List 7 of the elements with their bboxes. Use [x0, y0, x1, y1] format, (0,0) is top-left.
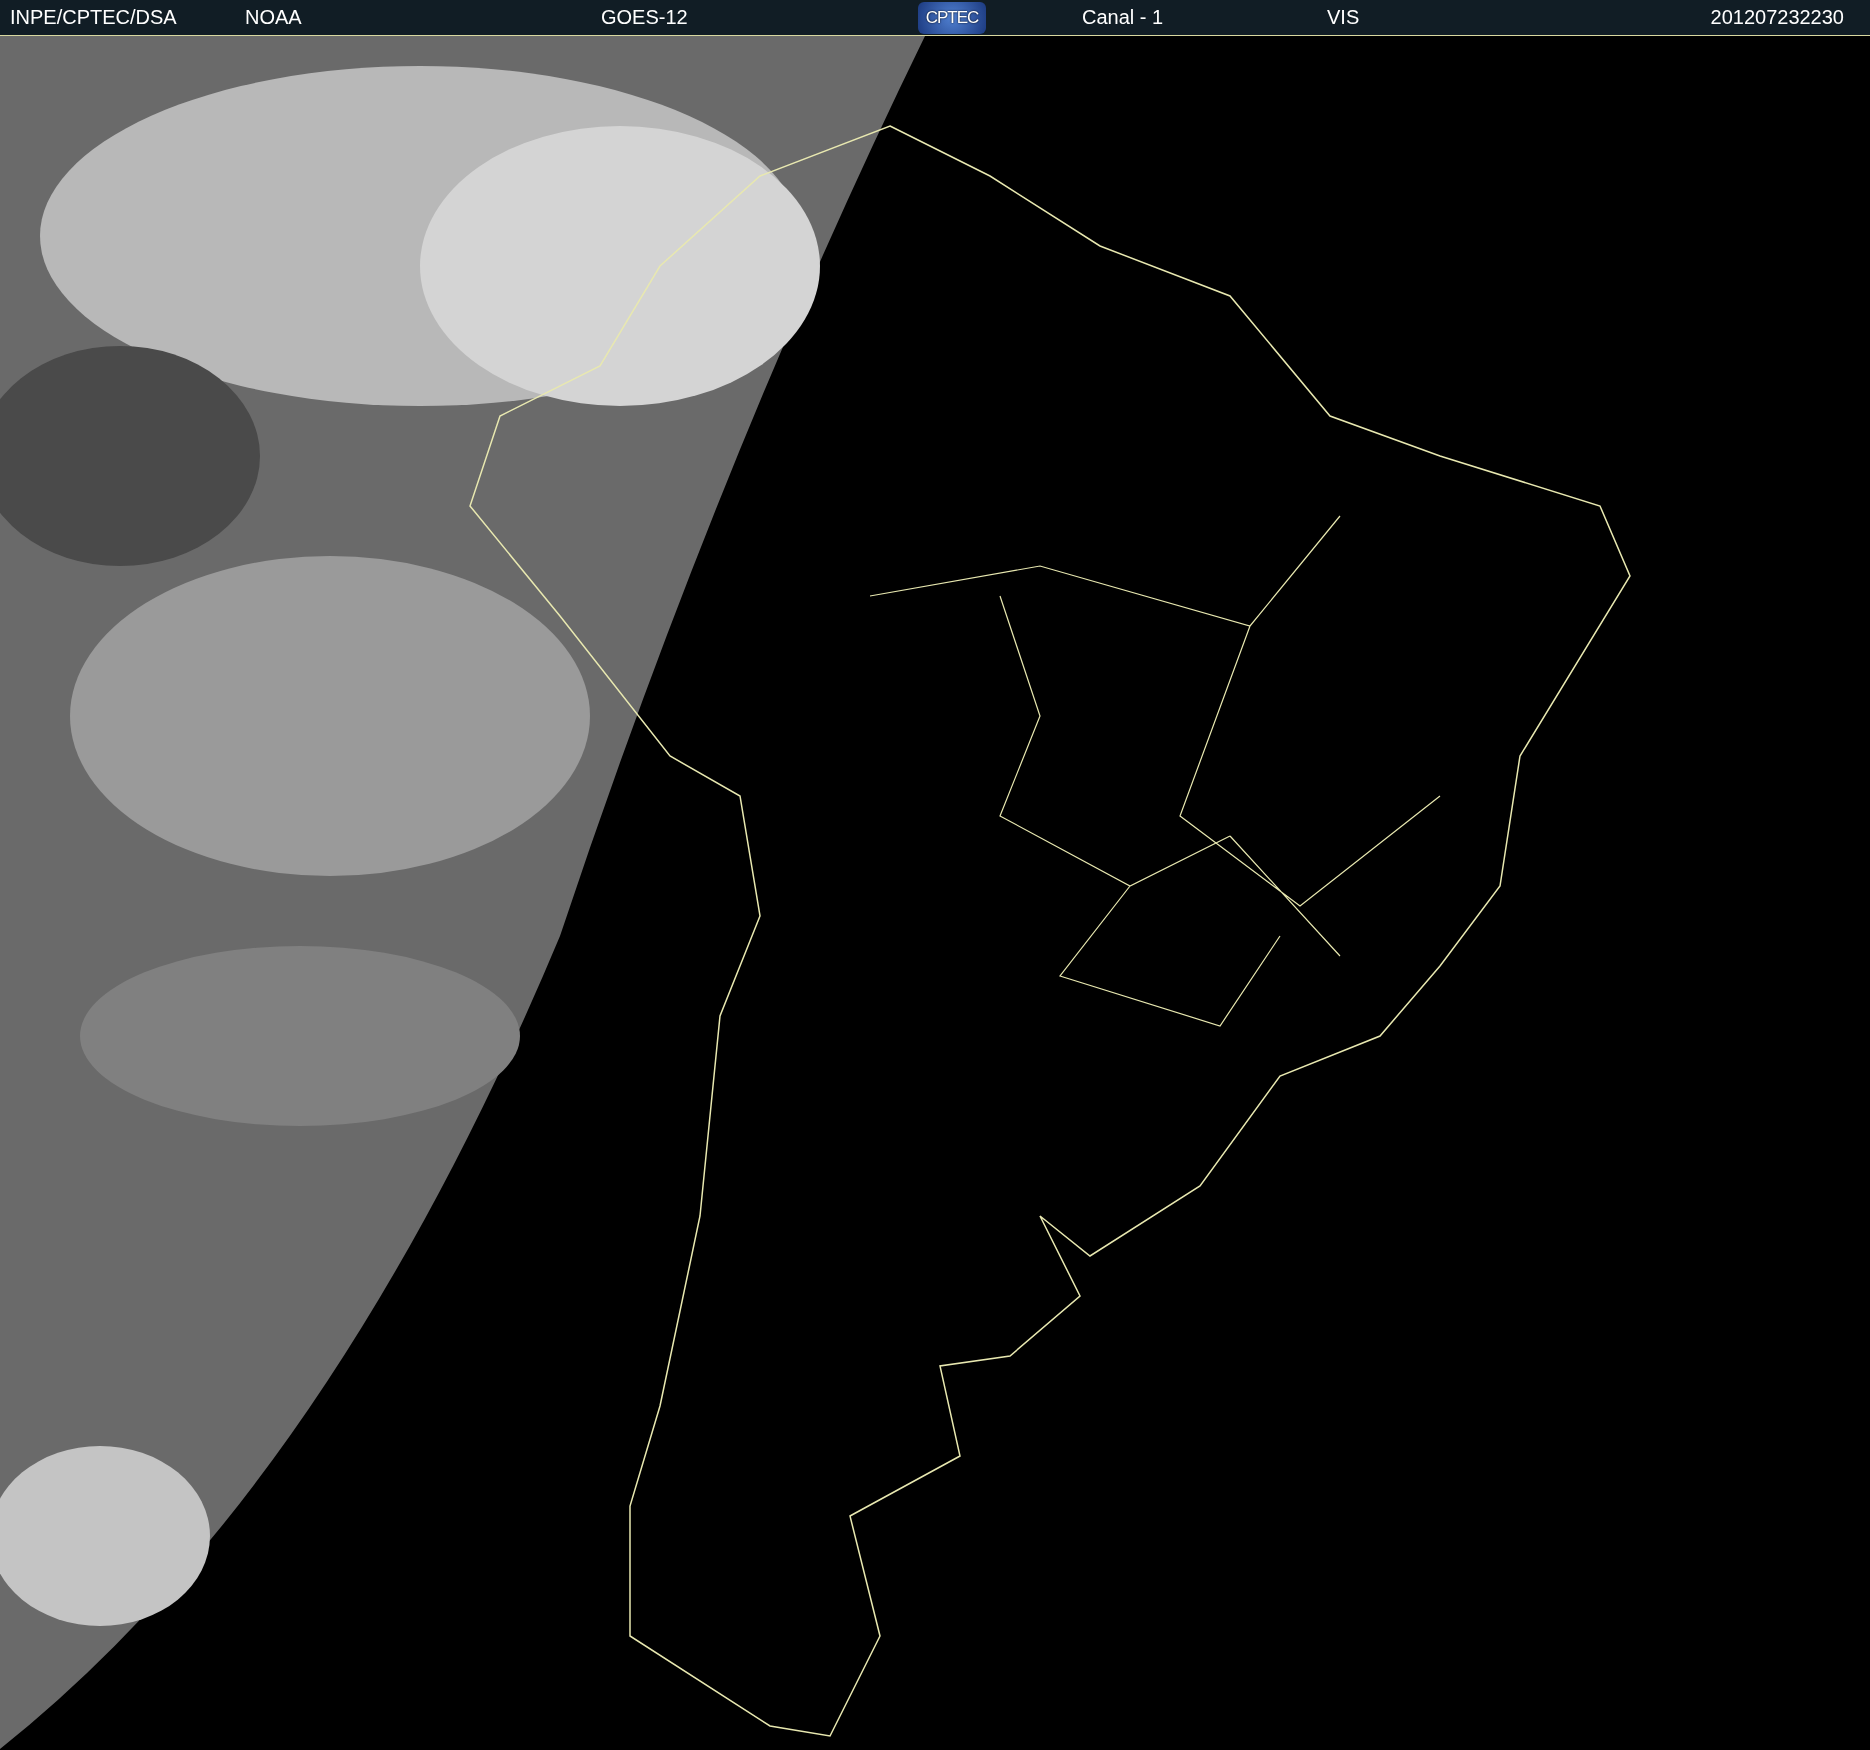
- source-label: INPE/CPTEC/DSA: [10, 6, 178, 29]
- satellite-label: GOES-12: [601, 6, 689, 29]
- band-label: VIS: [1327, 6, 1361, 29]
- timestamp-label: 201207232230: [1710, 6, 1845, 29]
- logo: CPTEC: [918, 1, 986, 34]
- channel-label: Canal - 1: [1082, 6, 1165, 29]
- agency-label: NOAA: [245, 6, 303, 29]
